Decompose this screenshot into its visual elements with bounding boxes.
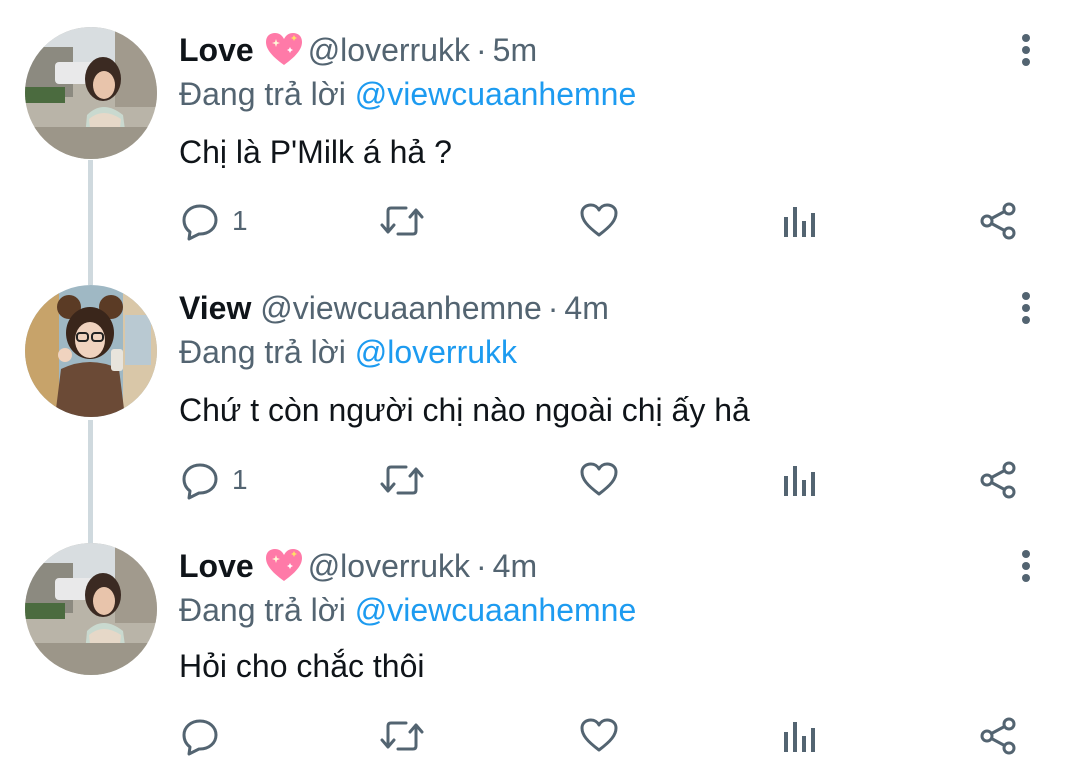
mention-link[interactable]: @loverrukk — [355, 334, 517, 370]
tweet-text: Hỏi cho chắc thôi — [179, 648, 425, 684]
retweet-icon — [380, 206, 424, 236]
replying-to: Đang trả lời @viewcuaanhemne — [179, 590, 636, 630]
timestamp[interactable]: 5m — [493, 32, 537, 68]
like-button[interactable] — [579, 456, 619, 504]
like-button[interactable] — [579, 712, 619, 760]
more-vertical-icon — [1022, 292, 1030, 324]
tweet[interactable]: Love @loverrukk · 5m Đang trả lời @viewcuaa… — [0, 0, 1080, 258]
timestamp[interactable]: 4m — [564, 290, 608, 326]
user-handle[interactable]: @loverrukk — [308, 548, 470, 584]
reply-button[interactable] — [180, 712, 232, 760]
tweet-header: View @viewcuaanhemne · 4m — [179, 288, 609, 328]
views-button[interactable] — [780, 197, 820, 245]
reply-count: 1 — [232, 464, 248, 495]
sparkling-heart-emoji-icon — [264, 547, 304, 583]
tweet-header: Love @loverrukk · 4m — [179, 546, 537, 586]
retweet-button[interactable] — [378, 712, 426, 760]
user-handle[interactable]: @viewcuaanhemne — [260, 290, 542, 326]
tweet[interactable]: Love @loverrukk · 4m Đang trả lời @viewcuaa… — [0, 516, 1080, 772]
reply-button[interactable]: 1 — [180, 197, 248, 245]
analytics-icon — [784, 722, 815, 752]
mention-link[interactable]: @viewcuaanhemne — [355, 76, 637, 112]
heart-icon — [580, 718, 618, 752]
separator-dot: · — [547, 290, 559, 326]
tweet-actions: 1 — [0, 197, 1080, 245]
like-button[interactable] — [579, 197, 619, 245]
share-button[interactable] — [978, 712, 1018, 760]
user-handle[interactable]: @loverrukk — [308, 32, 470, 68]
timestamp[interactable]: 4m — [493, 548, 537, 584]
replying-to-label: Đang trả lời — [179, 334, 346, 370]
more-options-button[interactable] — [1012, 30, 1040, 70]
share-icon — [980, 717, 1016, 755]
retweet-icon — [380, 465, 424, 495]
avatar[interactable] — [25, 543, 157, 675]
reply-button[interactable]: 1 — [180, 456, 248, 504]
views-button[interactable] — [780, 456, 820, 504]
retweet-button[interactable] — [378, 456, 426, 504]
share-icon — [980, 461, 1016, 499]
tweet-actions — [0, 712, 1080, 760]
separator-dot: · — [475, 548, 487, 584]
replying-to: Đang trả lời @viewcuaanhemne — [179, 74, 636, 114]
replying-to: Đang trả lời @loverrukk — [179, 332, 517, 372]
avatar[interactable] — [25, 285, 157, 417]
tweet[interactable]: View @viewcuaanhemne · 4m Đang trả lời @lo… — [0, 258, 1080, 516]
more-vertical-icon — [1022, 34, 1030, 66]
more-options-button[interactable] — [1012, 546, 1040, 586]
separator-dot: · — [475, 32, 487, 68]
analytics-icon — [784, 466, 815, 496]
display-name[interactable]: View — [179, 290, 251, 326]
views-button[interactable] — [780, 712, 820, 760]
mention-link[interactable]: @viewcuaanhemne — [355, 592, 637, 628]
retweet-button[interactable] — [378, 197, 426, 245]
reply-count: 1 — [232, 205, 248, 236]
share-button[interactable] — [978, 456, 1018, 504]
reply-icon — [182, 463, 218, 500]
display-name[interactable]: Love — [179, 32, 254, 68]
avatar[interactable] — [25, 27, 157, 159]
heart-icon — [580, 462, 618, 496]
replying-to-label: Đang trả lời — [179, 76, 346, 112]
sparkling-heart-emoji-icon — [264, 31, 304, 67]
display-name[interactable]: Love — [179, 548, 254, 584]
tweet-header: Love @loverrukk · 5m — [179, 30, 537, 70]
share-button[interactable] — [978, 197, 1018, 245]
heart-icon — [580, 203, 618, 237]
tweet-text: Chứ t còn người chị nào ngoài chị ấy hả — [179, 392, 750, 428]
tweet-actions: 1 — [0, 456, 1080, 504]
retweet-icon — [380, 721, 424, 751]
more-options-button[interactable] — [1012, 288, 1040, 328]
reply-icon — [182, 719, 218, 756]
tweet-text: Chị là P'Milk á hả ? — [179, 134, 452, 170]
reply-icon — [182, 204, 218, 241]
share-icon — [980, 202, 1016, 240]
analytics-icon — [784, 207, 815, 237]
replying-to-label: Đang trả lời — [179, 592, 346, 628]
more-vertical-icon — [1022, 550, 1030, 582]
